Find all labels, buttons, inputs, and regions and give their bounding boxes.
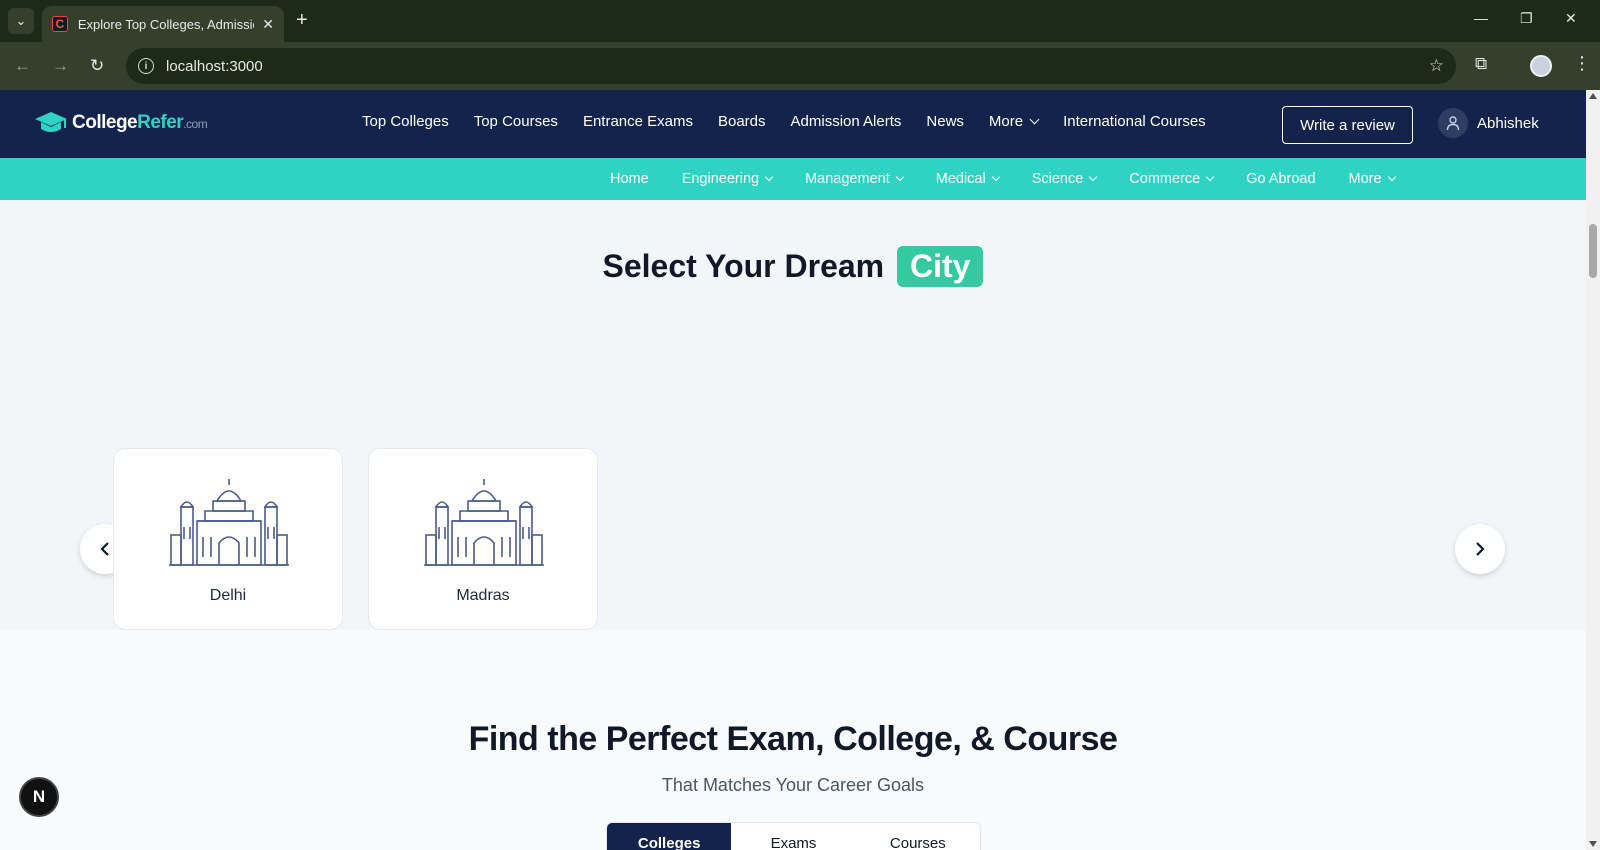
nav-news[interactable]: News xyxy=(926,113,964,130)
city-section: Select Your Dream City Delhi Madras xyxy=(0,200,1586,630)
chevron-down-icon xyxy=(1205,172,1215,182)
subnav-management[interactable]: Management xyxy=(805,171,904,187)
tab-colleges[interactable]: Colleges xyxy=(607,823,732,850)
subnav-engineering[interactable]: Engineering xyxy=(682,171,774,187)
favicon-icon: C xyxy=(52,16,68,32)
minimize-icon[interactable]: — xyxy=(1474,10,1488,26)
browser-tab-bar: ⌄ C Explore Top Colleges, Admissions ✕ +… xyxy=(0,0,1600,42)
subnav-science[interactable]: Science xyxy=(1032,171,1098,187)
new-tab-plus-icon[interactable]: + xyxy=(296,10,308,30)
address-bar[interactable]: i localhost:3000 ☆ xyxy=(126,48,1456,84)
extensions-puzzle-icon[interactable]: ⧉ xyxy=(1475,54,1487,74)
city-name: Delhi xyxy=(209,587,247,604)
nav-top-colleges[interactable]: Top Colleges xyxy=(362,113,449,130)
find-section: Find the Perfect Exam, College, & Course… xyxy=(0,630,1586,850)
back-arrow-icon[interactable]: ← xyxy=(14,56,31,76)
city-name: Madras xyxy=(456,587,510,604)
chevron-down-icon xyxy=(991,172,1000,182)
city-card-madras[interactable]: Madras xyxy=(368,448,598,630)
category-nav: Home Engineering Management Medical Scie… xyxy=(0,158,1586,200)
bookmark-star-icon[interactable]: ☆ xyxy=(1429,56,1444,76)
subnav-more[interactable]: More xyxy=(1349,171,1396,187)
city-highlight: City xyxy=(897,246,984,287)
nav-more[interactable]: More xyxy=(989,113,1040,130)
user-icon xyxy=(1438,108,1468,138)
subnav-go-abroad[interactable]: Go Abroad xyxy=(1246,171,1315,187)
tab-courses[interactable]: Courses xyxy=(856,823,980,850)
site-header: CollegeRefer.com Top Colleges Top Course… xyxy=(0,90,1586,158)
nav-entrance-exams[interactable]: Entrance Exams xyxy=(583,113,693,130)
tab-list-chevron-icon[interactable]: ⌄ xyxy=(8,8,34,34)
chevron-down-icon xyxy=(764,172,774,182)
browser-tab[interactable]: C Explore Top Colleges, Admissions ✕ xyxy=(42,6,284,42)
find-section-title: Find the Perfect Exam, College, & Course xyxy=(468,720,1118,758)
restore-icon[interactable]: ❐ xyxy=(1520,10,1533,27)
nav-top-courses[interactable]: Top Courses xyxy=(474,113,558,130)
city-section-heading: Select Your Dream City xyxy=(0,246,1586,287)
subnav-commerce[interactable]: Commerce xyxy=(1129,171,1215,187)
chevron-right-icon xyxy=(1476,542,1485,556)
write-review-button[interactable]: Write a review xyxy=(1282,106,1413,144)
tab-title: Explore Top Colleges, Admissions xyxy=(77,16,255,32)
site-logo[interactable]: CollegeRefer.com xyxy=(34,110,208,136)
window-close-icon[interactable]: ✕ xyxy=(1565,10,1577,27)
search-type-tabs: Colleges Exams Courses xyxy=(606,822,981,850)
find-section-subtitle: That Matches Your Career Goals xyxy=(661,775,925,795)
nav-admission-alerts[interactable]: Admission Alerts xyxy=(791,113,902,130)
monument-icon xyxy=(424,479,544,566)
logo-main-text: College xyxy=(72,112,138,133)
chevron-down-icon xyxy=(1089,172,1098,182)
chevron-down-icon xyxy=(895,172,904,182)
page-scrollbar[interactable] xyxy=(1586,90,1600,850)
page-viewport: CollegeRefer.com Top Colleges Top Course… xyxy=(0,90,1586,850)
browser-profile-avatar[interactable] xyxy=(1530,55,1552,77)
scroll-up-icon[interactable] xyxy=(1589,93,1597,99)
graduation-cap-icon xyxy=(35,112,67,132)
subnav-home[interactable]: Home xyxy=(610,171,649,187)
site-info-icon[interactable]: i xyxy=(138,58,154,74)
scroll-down-icon[interactable] xyxy=(1589,841,1597,847)
user-name: Abhishek xyxy=(1477,114,1539,132)
reload-icon[interactable]: ↻ xyxy=(90,56,104,76)
tab-close-icon[interactable]: ✕ xyxy=(262,16,274,33)
chevron-down-icon xyxy=(1387,172,1396,182)
user-menu[interactable]: Abhishek xyxy=(1438,108,1539,138)
nav-boards[interactable]: Boards xyxy=(718,113,766,130)
dev-tools-badge[interactable]: N xyxy=(19,777,59,817)
monument-icon xyxy=(169,479,289,566)
chevron-down-icon xyxy=(1029,114,1040,125)
logo-accent-text: Refer xyxy=(137,112,184,133)
city-card-delhi[interactable]: Delhi xyxy=(113,448,343,630)
browser-menu-icon[interactable]: ⋮ xyxy=(1573,53,1591,74)
url-text: localhost:3000 xyxy=(166,57,263,75)
main-nav: Top Colleges Top Courses Entrance Exams … xyxy=(362,113,1231,130)
chevron-left-icon xyxy=(100,542,109,556)
browser-toolbar: ← → ↻ i localhost:3000 ☆ xyxy=(0,42,1600,90)
forward-arrow-icon[interactable]: → xyxy=(52,56,69,76)
logo-suffix: .com xyxy=(183,117,208,131)
nav-international-courses[interactable]: International Courses xyxy=(1063,113,1206,130)
subnav-medical[interactable]: Medical xyxy=(936,171,1000,187)
tab-exams[interactable]: Exams xyxy=(731,823,855,850)
scroll-thumb[interactable] xyxy=(1589,224,1597,278)
carousel-next-button[interactable] xyxy=(1455,524,1505,574)
